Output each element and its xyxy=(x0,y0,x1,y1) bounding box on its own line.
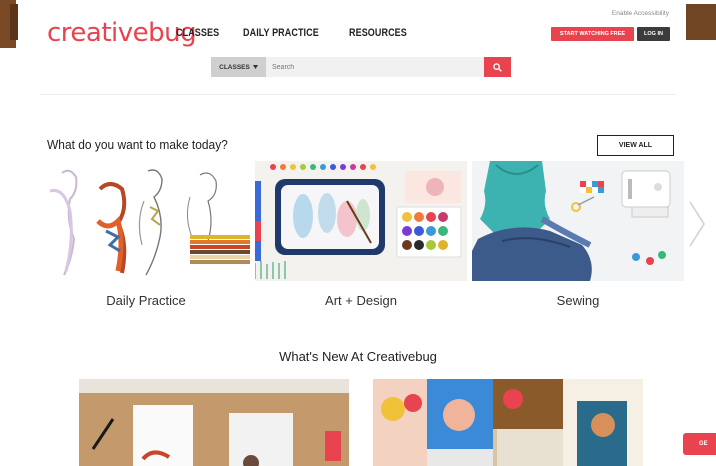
chevron-right-icon[interactable] xyxy=(688,200,706,248)
search-icon xyxy=(493,62,502,72)
nav-classes[interactable]: CLASSES xyxy=(176,27,219,39)
art-design-image xyxy=(255,161,467,281)
floating-get-started-tab[interactable]: GE xyxy=(683,433,716,455)
daily-practice-image xyxy=(40,161,252,281)
search-category-select[interactable]: CLASSES xyxy=(211,57,266,77)
search-input[interactable] xyxy=(266,57,484,77)
header-divider xyxy=(40,94,676,95)
new-class-image-1 xyxy=(79,379,349,466)
new-class-tile-2[interactable] xyxy=(373,379,643,466)
right-edge-image xyxy=(686,4,716,40)
whats-new-heading: What's New At Creativebug xyxy=(279,349,437,364)
category-card-sewing[interactable] xyxy=(472,161,684,281)
category-label-sewing[interactable]: Sewing xyxy=(472,293,684,308)
category-label-daily-practice[interactable]: Daily Practice xyxy=(40,293,252,308)
enable-accessibility-link[interactable]: Enable Accessibility xyxy=(612,10,669,17)
section-heading: What do you want to make today? xyxy=(47,137,228,152)
search-bar: CLASSES xyxy=(211,57,511,77)
view-all-button[interactable]: VIEW ALL xyxy=(597,135,674,156)
main-nav: CLASSES DAILY PRACTICE RESOURCES xyxy=(176,27,420,39)
new-class-image-2 xyxy=(373,379,643,466)
caret-down-icon xyxy=(252,65,258,69)
search-category-label: CLASSES xyxy=(219,63,250,71)
nav-daily-practice[interactable]: DAILY PRACTICE xyxy=(243,27,319,39)
search-button[interactable] xyxy=(484,57,511,77)
logo[interactable]: creativebug xyxy=(47,18,197,48)
new-class-tile-1[interactable] xyxy=(79,379,349,466)
category-card-art-design[interactable] xyxy=(255,161,467,281)
left-edge-image-detail xyxy=(10,4,18,40)
category-card-daily-practice[interactable] xyxy=(40,161,252,281)
category-label-art-design[interactable]: Art + Design xyxy=(255,293,467,308)
log-in-button[interactable]: LOG IN xyxy=(637,27,670,41)
sewing-image xyxy=(472,161,684,281)
start-watching-free-button[interactable]: START WATCHING FREE xyxy=(551,27,634,41)
nav-resources[interactable]: RESOURCES xyxy=(349,27,407,39)
